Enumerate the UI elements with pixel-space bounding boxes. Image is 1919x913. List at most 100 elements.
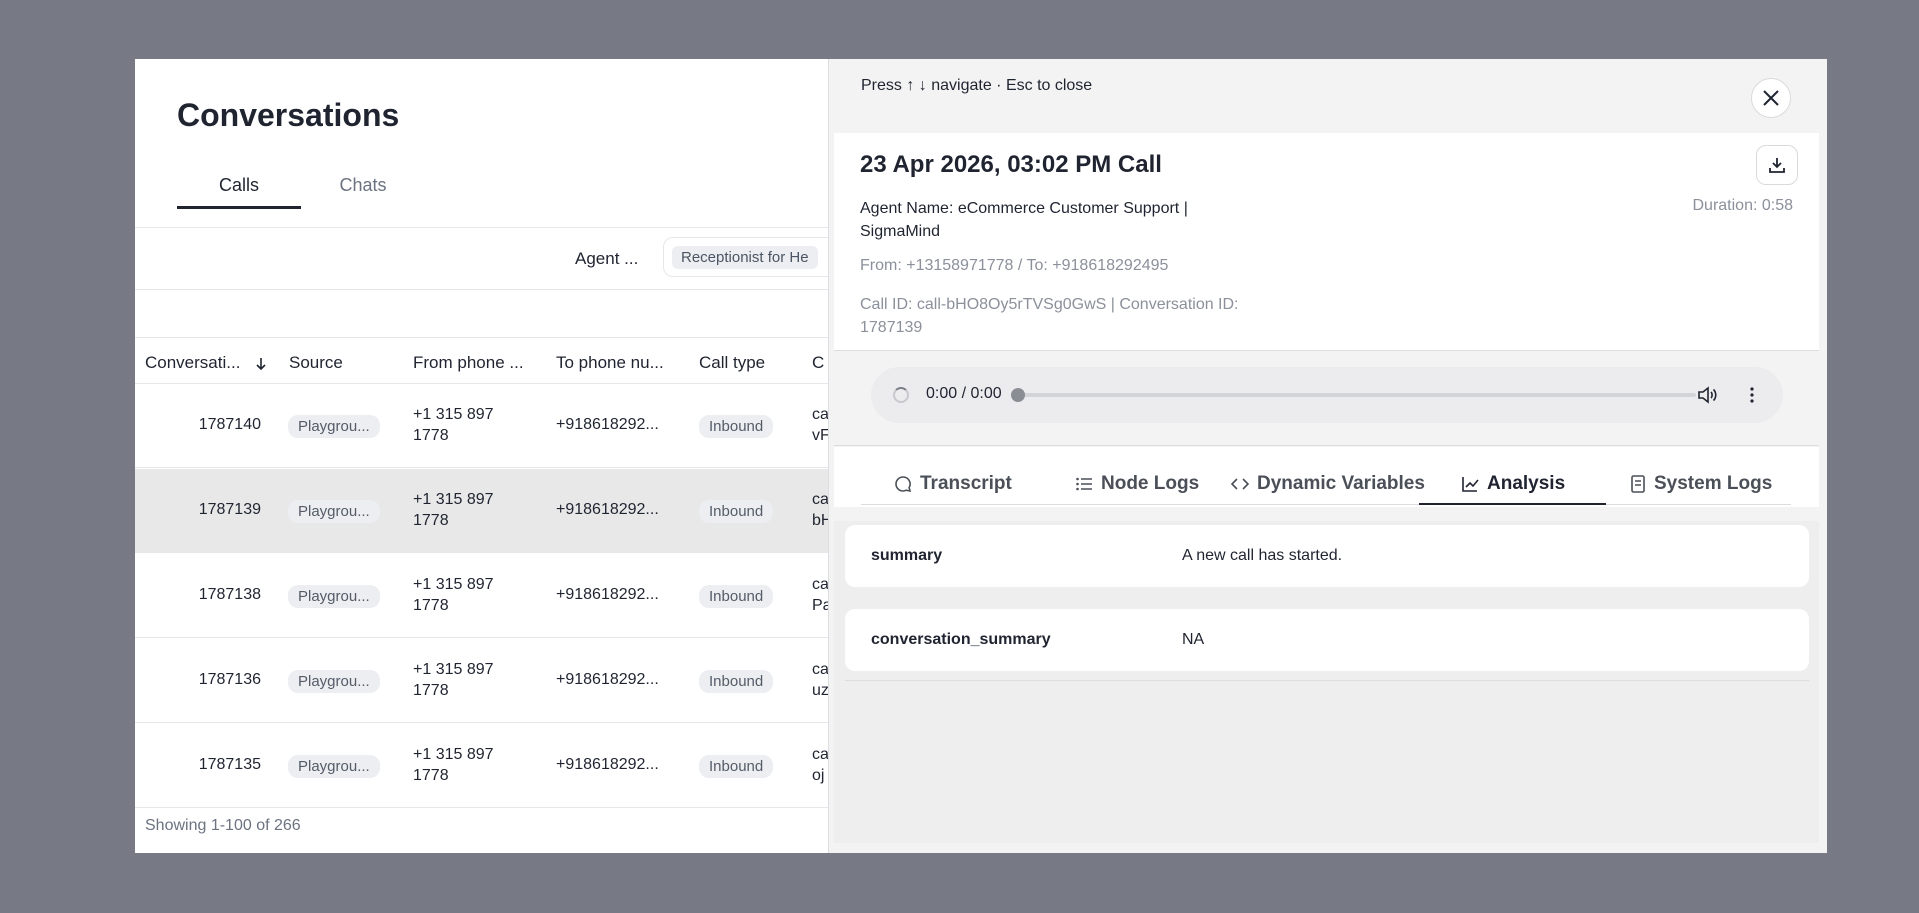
call-id-line1: ca — [812, 406, 828, 423]
audio-player[interactable]: 0:00 / 0:00 — [871, 367, 1783, 423]
source-badge: Playgrou... — [288, 415, 380, 438]
tab-analysis[interactable]: Analysis — [1461, 473, 1565, 495]
audio-scrubber-handle[interactable] — [1011, 388, 1025, 402]
column-header-call-type[interactable]: Call type — [699, 353, 765, 373]
agent-filter-chip[interactable]: Receptionist for He — [672, 246, 818, 269]
keyboard-hint: Press ↑ ↓ navigate · Esc to close — [861, 77, 1093, 94]
column-header-from-phone[interactable]: From phone ... — [413, 353, 524, 373]
conversation-type-tabs: Calls Chats — [177, 175, 425, 209]
audio-divider — [834, 445, 1819, 446]
more-options-icon[interactable] — [1741, 384, 1763, 406]
call-detail-panel: Press ↑ ↓ navigate · Esc to close 23 Apr… — [828, 59, 1827, 853]
call-type-badge: Inbound — [699, 585, 774, 608]
tab-chats[interactable]: Chats — [301, 175, 425, 209]
call-id-line2: Pa — [812, 597, 828, 614]
from-phone-line1: +1 315 897 — [413, 576, 494, 593]
agent-filter-label: Agent ... — [575, 249, 639, 268]
table-row[interactable]: 1787140 Playgrou... +1 315 897 1778 +9186182… — [135, 384, 828, 468]
call-id-line1: ca — [812, 491, 828, 508]
source-badge: Playgrou... — [288, 755, 380, 778]
conversation-id: 1787138 — [198, 586, 261, 603]
table-row[interactable]: 1787135 Playgrou... +1 315 897 1778 +9186182… — [135, 724, 828, 808]
from-phone-line2: 1778 — [413, 767, 449, 784]
page-title: Conversations — [177, 97, 400, 133]
agent-filter-select[interactable]: Receptionist for He — [663, 237, 828, 277]
volume-icon[interactable] — [1696, 384, 1718, 406]
call-id-line2: bH — [812, 512, 828, 529]
from-phone-line2: 1778 — [413, 512, 449, 529]
call-summary-card: 23 Apr 2026, 03:02 PM Call Duration: 0:5… — [834, 133, 1819, 351]
conversation-id: 1787140 — [198, 416, 261, 433]
call-id-line1: ca — [812, 576, 828, 593]
from-phone-line2: 1778 — [413, 597, 449, 614]
call-id: Call ID: call-bHO8Oy5rTVSg0GwS | Convers… — [860, 296, 1239, 336]
table-row[interactable]: 1787138 Playgrou... +1 315 897 1778 +9186182… — [135, 554, 828, 638]
to-phone: +918618292... — [556, 756, 659, 773]
close-button[interactable] — [1751, 78, 1791, 118]
analysis-row-summary: summary A new call has started. — [845, 525, 1809, 587]
download-button[interactable] — [1756, 145, 1798, 185]
from-phone-line1: +1 315 897 — [413, 661, 494, 678]
call-id-line1: ca — [812, 661, 828, 678]
loading-spinner-icon — [893, 387, 909, 403]
table-header: Conversati... Source From phone ... To p… — [135, 343, 828, 383]
tab-dynamic-variables[interactable]: Dynamic Variables — [1231, 473, 1425, 495]
from-phone-line2: 1778 — [413, 427, 449, 444]
source-badge: Playgrou... — [288, 585, 380, 608]
from-to-numbers: From: +13158971778 / To: +918618292495 — [860, 257, 1169, 274]
analysis-row-conversation-summary: conversation_summary NA — [845, 609, 1809, 671]
call-duration: Duration: 0:58 — [1692, 197, 1793, 214]
sort-down-icon[interactable] — [255, 357, 267, 371]
analysis-key: conversation_summary — [871, 631, 1051, 648]
from-phone-line2: 1778 — [413, 682, 449, 699]
table-row[interactable]: 1787136 Playgrou... +1 315 897 1778 +9186182… — [135, 639, 828, 723]
conversations-window: Conversations Calls Chats Agent ... Rece… — [135, 59, 1827, 853]
call-id-line2: oj — [812, 767, 825, 784]
source-badge: Playgrou... — [288, 670, 380, 693]
chart-icon — [1461, 475, 1479, 493]
list-icon — [1075, 475, 1093, 493]
call-type-badge: Inbound — [699, 415, 774, 438]
download-icon — [1767, 155, 1787, 175]
from-phone-line1: +1 315 897 — [413, 406, 494, 423]
pagination-summary: Showing 1-100 of 266 — [145, 817, 301, 834]
column-header-to-phone[interactable]: To phone nu... — [556, 353, 664, 373]
from-phone-line1: +1 315 897 — [413, 746, 494, 763]
analysis-divider — [845, 680, 1809, 681]
conversation-id: 1787135 — [198, 756, 261, 773]
code-icon — [1231, 475, 1249, 493]
document-icon — [1630, 475, 1646, 493]
tab-system-logs[interactable]: System Logs — [1630, 473, 1772, 495]
conversation-id: 1787139 — [198, 501, 261, 518]
column-header-truncated[interactable]: C — [812, 353, 824, 373]
audio-progress-track[interactable] — [1016, 393, 1696, 397]
to-phone: +918618292... — [556, 416, 659, 433]
tabs-divider — [135, 227, 828, 228]
filter-divider — [135, 289, 828, 290]
call-id-line1: ca — [812, 746, 828, 763]
conversations-list-pane: Conversations Calls Chats Agent ... Rece… — [135, 59, 828, 853]
detail-tabs-baseline — [861, 504, 1791, 505]
analysis-value: NA — [1182, 631, 1205, 648]
tab-calls[interactable]: Calls — [177, 175, 301, 209]
column-header-conversation[interactable]: Conversati... — [145, 353, 267, 373]
to-phone: +918618292... — [556, 586, 659, 603]
call-type-badge: Inbound — [699, 500, 774, 523]
close-icon — [1762, 89, 1780, 107]
audio-time: 0:00 / 0:00 — [926, 385, 1002, 402]
table-row[interactable]: 1787139 Playgrou... +1 315 897 1778 +9186182… — [135, 469, 828, 553]
column-header-source[interactable]: Source — [289, 353, 343, 373]
call-title: 23 Apr 2026, 03:02 PM Call — [860, 151, 1162, 178]
analysis-key: summary — [871, 547, 943, 564]
table-top-divider — [135, 337, 828, 338]
from-phone-line1: +1 315 897 — [413, 491, 494, 508]
analysis-value: A new call has started. — [1182, 547, 1343, 564]
call-type-badge: Inbound — [699, 755, 774, 778]
tab-transcript[interactable]: Transcript — [894, 473, 1012, 495]
to-phone: +918618292... — [556, 671, 659, 688]
call-type-badge: Inbound — [699, 670, 774, 693]
tab-node-logs[interactable]: Node Logs — [1075, 473, 1199, 495]
agent-name: Agent Name: eCommerce Customer Support |… — [860, 200, 1188, 240]
call-id-line2: uz — [812, 682, 828, 699]
active-tab-indicator — [1419, 503, 1606, 505]
